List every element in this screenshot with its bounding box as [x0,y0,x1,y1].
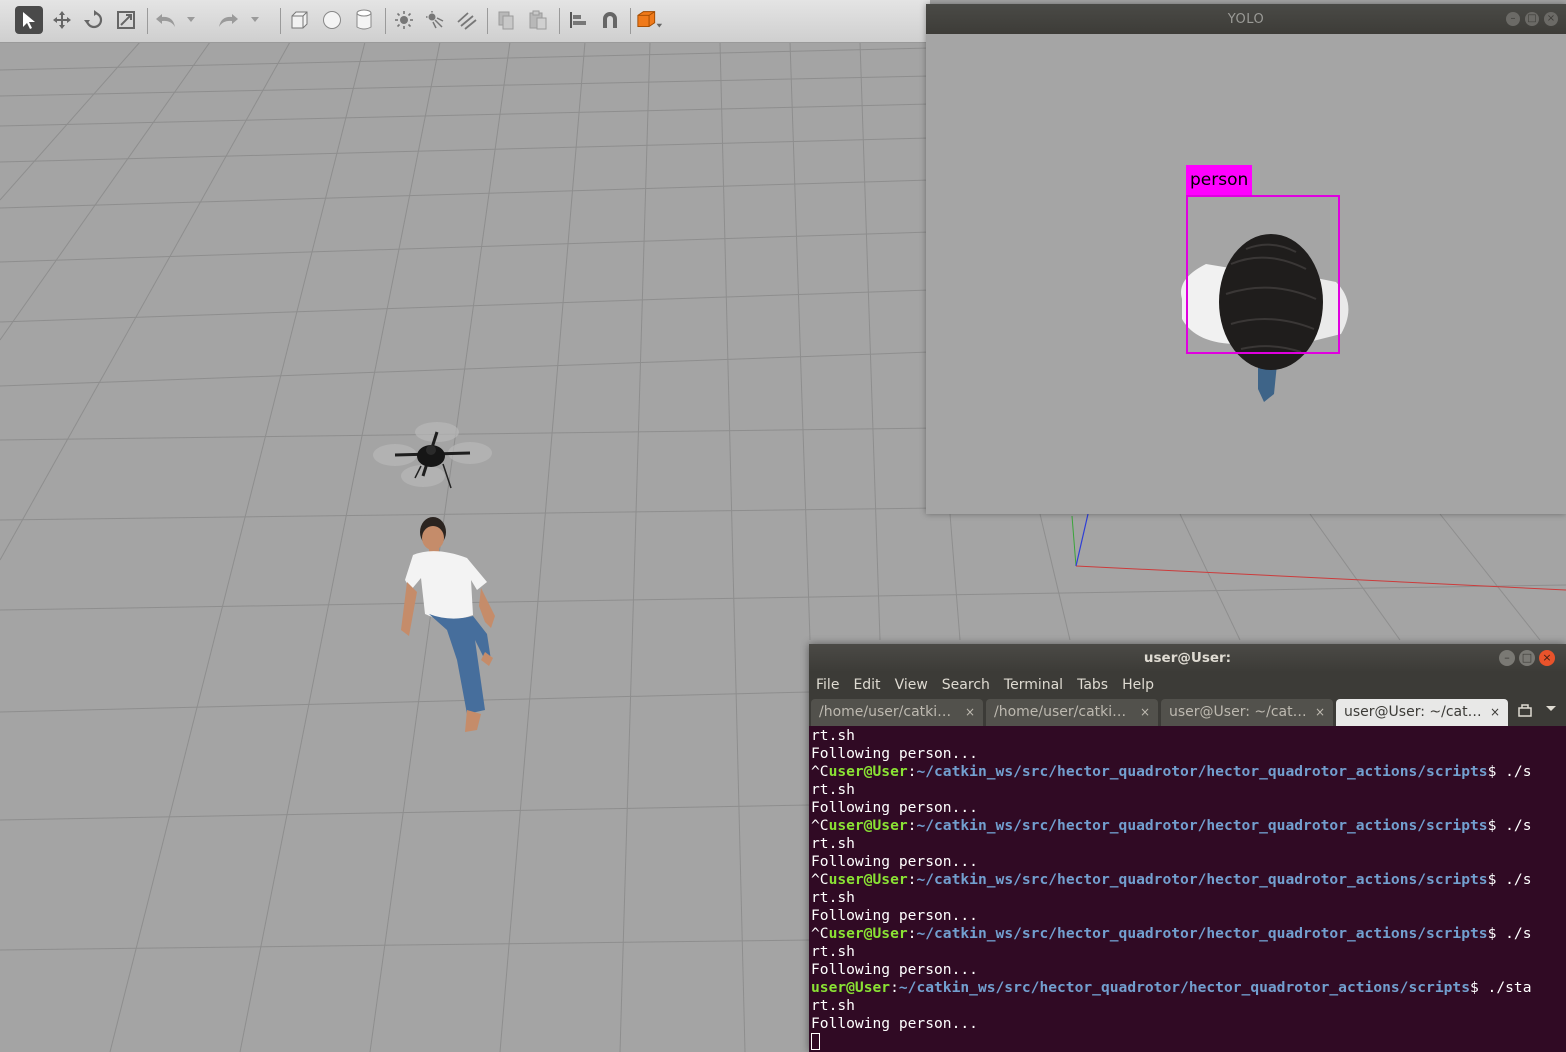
menu-edit[interactable]: Edit [853,677,880,693]
prompt-line: ^Cuser@User:~/catkin_ws/src/hector_quadr… [811,925,1532,942]
maximize-icon[interactable]: □ [1519,650,1535,666]
output-line: rt.sh [811,727,855,744]
output-line: rt.sh [811,889,855,906]
terminal-tab-4-active[interactable]: user@User: ~/cat… × [1336,699,1508,726]
tab-label: /home/user/catki… [819,704,952,720]
person-actor-model[interactable] [395,510,505,740]
menu-terminal[interactable]: Terminal [1004,677,1063,693]
menu-help[interactable]: Help [1122,677,1154,693]
tab-close-icon[interactable]: × [1315,699,1325,725]
yolo-window-title: YOLO [1227,11,1265,27]
yolo-detection-image: person [926,34,1566,514]
cylinder-shape-icon[interactable] [350,6,378,34]
copy-icon[interactable] [492,6,520,34]
output-line: Following person... [811,853,978,870]
output-line: Following person... [811,1015,978,1032]
tab-close-icon[interactable]: × [1140,699,1150,725]
prompt-line: user@User:~/catkin_ws/src/hector_quadrot… [811,979,1532,996]
redo-dropdown-icon[interactable] [248,6,262,34]
close-icon[interactable]: × [1544,12,1558,26]
align-icon[interactable] [564,6,592,34]
paste-icon[interactable] [524,6,552,34]
tab-label: /home/user/catki… [994,704,1127,720]
quadrotor-drone-model[interactable] [365,418,495,493]
detection-bounding-box [1186,195,1340,354]
menu-search[interactable]: Search [942,677,990,693]
directional-light-icon[interactable] [453,6,481,34]
prompt-line: ^Cuser@User:~/catkin_ws/src/hector_quadr… [811,871,1532,888]
terminal-output[interactable]: rt.sh Following person... ^Cuser@User:~/… [809,726,1566,1052]
menu-tabs[interactable]: Tabs [1077,677,1108,693]
spot-light-icon[interactable] [421,6,449,34]
terminal-titlebar[interactable]: user@User: ~/catkin_ws/src/hector_quadro… [809,644,1566,694]
terminal-window-title: user@User: ~/catkin_ws/src/hector_quadro… [932,650,1443,694]
view-angle-icon[interactable] [636,6,664,34]
output-line: rt.sh [811,781,855,798]
output-line: rt.sh [811,943,855,960]
menu-file[interactable]: File [816,677,839,693]
tab-label: user@User: ~/cat… [1344,704,1482,720]
terminal-menubar: File Edit View Search Terminal Tabs Help [809,672,1566,698]
point-light-icon[interactable] [390,6,418,34]
detection-class-label: person [1186,165,1253,195]
yolo-titlebar[interactable]: YOLO – □ × [926,4,1566,34]
yolo-window[interactable]: YOLO – □ × person [926,4,1566,514]
output-line: rt.sh [811,997,855,1014]
snap-magnet-icon[interactable] [596,6,624,34]
translate-icon[interactable] [48,6,76,34]
terminal-tab-1[interactable]: /home/user/catki… × [811,699,983,726]
minimize-icon[interactable]: – [1499,650,1515,666]
output-line: Following person... [811,799,978,816]
gazebo-toolbar [0,0,930,43]
terminal-cursor [811,1033,820,1050]
tab-close-icon[interactable]: × [965,699,975,725]
prompt-line: ^Cuser@User:~/catkin_ws/src/hector_quadr… [811,817,1532,834]
rotate-icon[interactable] [80,6,108,34]
output-line: rt.sh [811,835,855,852]
close-icon[interactable]: × [1539,650,1555,666]
output-line: Following person... [811,961,978,978]
redo-icon[interactable] [214,6,242,34]
tab-close-icon[interactable]: × [1490,699,1500,725]
terminal-tab-bar: /home/user/catki… × /home/user/catki… × … [809,698,1566,726]
box-shape-icon[interactable] [285,6,313,34]
menu-view[interactable]: View [895,677,928,693]
scale-icon[interactable] [112,6,140,34]
tabs-dropdown-icon[interactable] [1545,702,1557,718]
sphere-shape-icon[interactable] [318,6,346,34]
prompt-line: ^Cuser@User:~/catkin_ws/src/hector_quadr… [811,763,1532,780]
tab-label: user@User: ~/cat… [1169,704,1307,720]
terminal-tab-2[interactable]: /home/user/catki… × [986,699,1158,726]
terminal-tab-3[interactable]: user@User: ~/cat… × [1161,699,1333,726]
maximize-icon[interactable]: □ [1525,12,1539,26]
select-arrow-icon[interactable] [15,6,43,34]
undo-icon[interactable] [152,6,180,34]
undo-dropdown-icon[interactable] [184,6,198,34]
output-line: Following person... [811,907,978,924]
minimize-icon[interactable]: – [1506,12,1520,26]
new-tab-icon[interactable] [1517,702,1533,722]
output-line: Following person... [811,745,978,762]
terminal-window[interactable]: user@User: ~/catkin_ws/src/hector_quadro… [809,644,1566,1052]
